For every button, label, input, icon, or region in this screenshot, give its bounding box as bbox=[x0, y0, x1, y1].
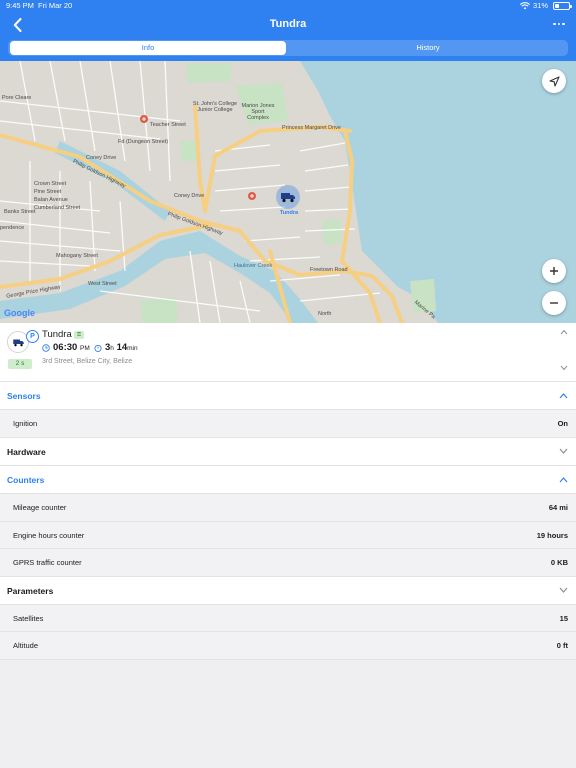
map-label-st-johns: St. John's College Junior College bbox=[192, 101, 238, 113]
section-hardware-label: Hardware bbox=[7, 447, 46, 457]
truck-icon bbox=[281, 193, 295, 203]
wifi-icon bbox=[519, 2, 530, 10]
last-update-time: 06:30 bbox=[53, 342, 78, 353]
map-label-balan-avenue: Balan Avenue bbox=[34, 197, 68, 203]
section-parameters-label: Parameters bbox=[7, 586, 54, 596]
row-key: GPRS traffic counter bbox=[13, 558, 82, 567]
row-value: On bbox=[557, 419, 568, 428]
zoom-in-button[interactable] bbox=[542, 259, 566, 283]
battery-percent: 31% bbox=[532, 1, 548, 10]
chevron-down-icon[interactable] bbox=[560, 365, 568, 371]
parked-badge: P bbox=[26, 330, 39, 343]
status-indicators: 31% bbox=[519, 0, 572, 12]
truck-icon bbox=[12, 339, 24, 346]
empty-background bbox=[0, 659, 576, 768]
row-ignition: Ignition On bbox=[0, 409, 576, 437]
ellipsis-icon bbox=[553, 22, 556, 26]
vehicle-map-marker[interactable] bbox=[276, 185, 300, 209]
map-label-north: North bbox=[318, 311, 332, 317]
map-label-coney-drive: Coney Drive bbox=[174, 193, 205, 199]
row-key: Mileage counter bbox=[13, 503, 67, 512]
row-value: 0 ft bbox=[556, 641, 568, 650]
row-mileage-counter: Mileage counter 64 mi bbox=[0, 493, 576, 521]
row-value: 0 KB bbox=[550, 558, 568, 567]
map-label-pine-street: Pine Street bbox=[34, 189, 62, 195]
clock-icon bbox=[42, 344, 50, 352]
google-logo: Google bbox=[4, 308, 35, 318]
chevron-up-icon[interactable] bbox=[560, 329, 568, 335]
more-options-button[interactable] bbox=[550, 18, 568, 30]
map-label-mahogany-street: Mahogany Street bbox=[56, 253, 98, 259]
row-key: Altitude bbox=[13, 641, 39, 650]
map-label-freetown-road: Freetown Road bbox=[310, 267, 348, 273]
vehicle-summary-card: P 2 s Tundra ⚿ 06:30 PM 3h 14min 3rd Str… bbox=[0, 323, 576, 381]
status-time: 9:45 PM bbox=[6, 1, 34, 10]
row-value: 19 hours bbox=[536, 531, 568, 540]
tab-history[interactable]: History bbox=[290, 41, 566, 55]
duration-minutes-unit: min bbox=[127, 345, 138, 352]
map-label-cumberland-street: Cumberland Street bbox=[34, 205, 81, 211]
map-label-banks-street: Banks Street bbox=[4, 209, 36, 215]
chevron-down-icon bbox=[559, 448, 568, 454]
map-label-pore-cleare: Pore Cleare bbox=[2, 95, 32, 101]
map-label-west-street: West Street bbox=[88, 281, 117, 287]
vehicle-address: 3rd Street, Belize City, Belize bbox=[42, 358, 133, 365]
row-engine-hours-counter: Engine hours counter 19 hours bbox=[0, 521, 576, 549]
section-counters-label: Counters bbox=[7, 475, 45, 485]
map-label-pendence: pendence bbox=[0, 225, 25, 231]
chevron-up-icon bbox=[559, 477, 568, 483]
info-history-tabs: Info History bbox=[8, 40, 568, 56]
plus-icon bbox=[550, 267, 558, 275]
stopwatch-icon bbox=[94, 344, 102, 352]
status-date: Fri Mar 20 bbox=[38, 1, 73, 10]
section-sensors[interactable]: Sensors bbox=[0, 381, 576, 409]
row-value: 64 mi bbox=[548, 503, 568, 512]
last-update-ampm: PM bbox=[80, 345, 90, 352]
row-altitude: Altitude 0 ft bbox=[0, 631, 576, 659]
navigation-arrow-icon bbox=[548, 75, 560, 87]
status-bar: 9:45 PM Fri Mar 20 31% bbox=[0, 0, 576, 12]
vehicle-map-label: Tundra bbox=[279, 210, 299, 216]
page-title: Tundra bbox=[269, 18, 307, 30]
tab-info[interactable]: Info bbox=[10, 41, 286, 55]
map-label-marion-jones: Marion Jones Sport Complex bbox=[241, 103, 275, 121]
section-sensors-label: Sensors bbox=[7, 391, 41, 401]
map-view[interactable]: Pore Cleare Teacher Street St. John's Co… bbox=[0, 61, 576, 323]
duration-minutes: 14 bbox=[116, 342, 128, 353]
map-label-princess-margaret: Princess Margaret Drive bbox=[282, 125, 341, 131]
section-hardware[interactable]: Hardware bbox=[0, 437, 576, 465]
speed-badge: 2 s bbox=[8, 359, 32, 369]
duration-hours-unit: h bbox=[110, 345, 114, 352]
section-counters[interactable]: Counters bbox=[0, 465, 576, 493]
row-gprs-traffic-counter: GPRS traffic counter 0 KB bbox=[0, 548, 576, 576]
map-label-dungeon-street: Fd (Dungeon Street) bbox=[118, 139, 169, 145]
vehicle-name: Tundra bbox=[42, 329, 72, 340]
battery-icon bbox=[553, 2, 572, 10]
chevron-down-icon bbox=[559, 587, 568, 593]
parked-duration: 3h 14min bbox=[105, 342, 138, 355]
row-key: Satellites bbox=[13, 614, 44, 623]
row-key: Ignition bbox=[13, 419, 38, 428]
ignition-key-icon: ⚿ bbox=[74, 331, 84, 339]
zoom-out-button[interactable] bbox=[542, 291, 566, 315]
chevron-up-icon bbox=[559, 393, 568, 399]
map-label-coney-drive-2: Coney Drive bbox=[86, 155, 117, 161]
row-key: Engine hours counter bbox=[13, 531, 85, 540]
minus-icon bbox=[550, 302, 558, 304]
map-label-crown-street: Crown Street bbox=[34, 181, 67, 187]
map-label-haulover-creek: Haulover Creek bbox=[234, 263, 273, 269]
row-satellites: Satellites 15 bbox=[0, 604, 576, 632]
section-parameters[interactable]: Parameters bbox=[0, 576, 576, 604]
locate-button[interactable] bbox=[542, 69, 566, 93]
app-header: 9:45 PM Fri Mar 20 31% Tundra Info Histo… bbox=[0, 0, 576, 61]
row-value: 15 bbox=[559, 614, 568, 623]
map-label-teacher-street: Teacher Street bbox=[150, 122, 186, 128]
